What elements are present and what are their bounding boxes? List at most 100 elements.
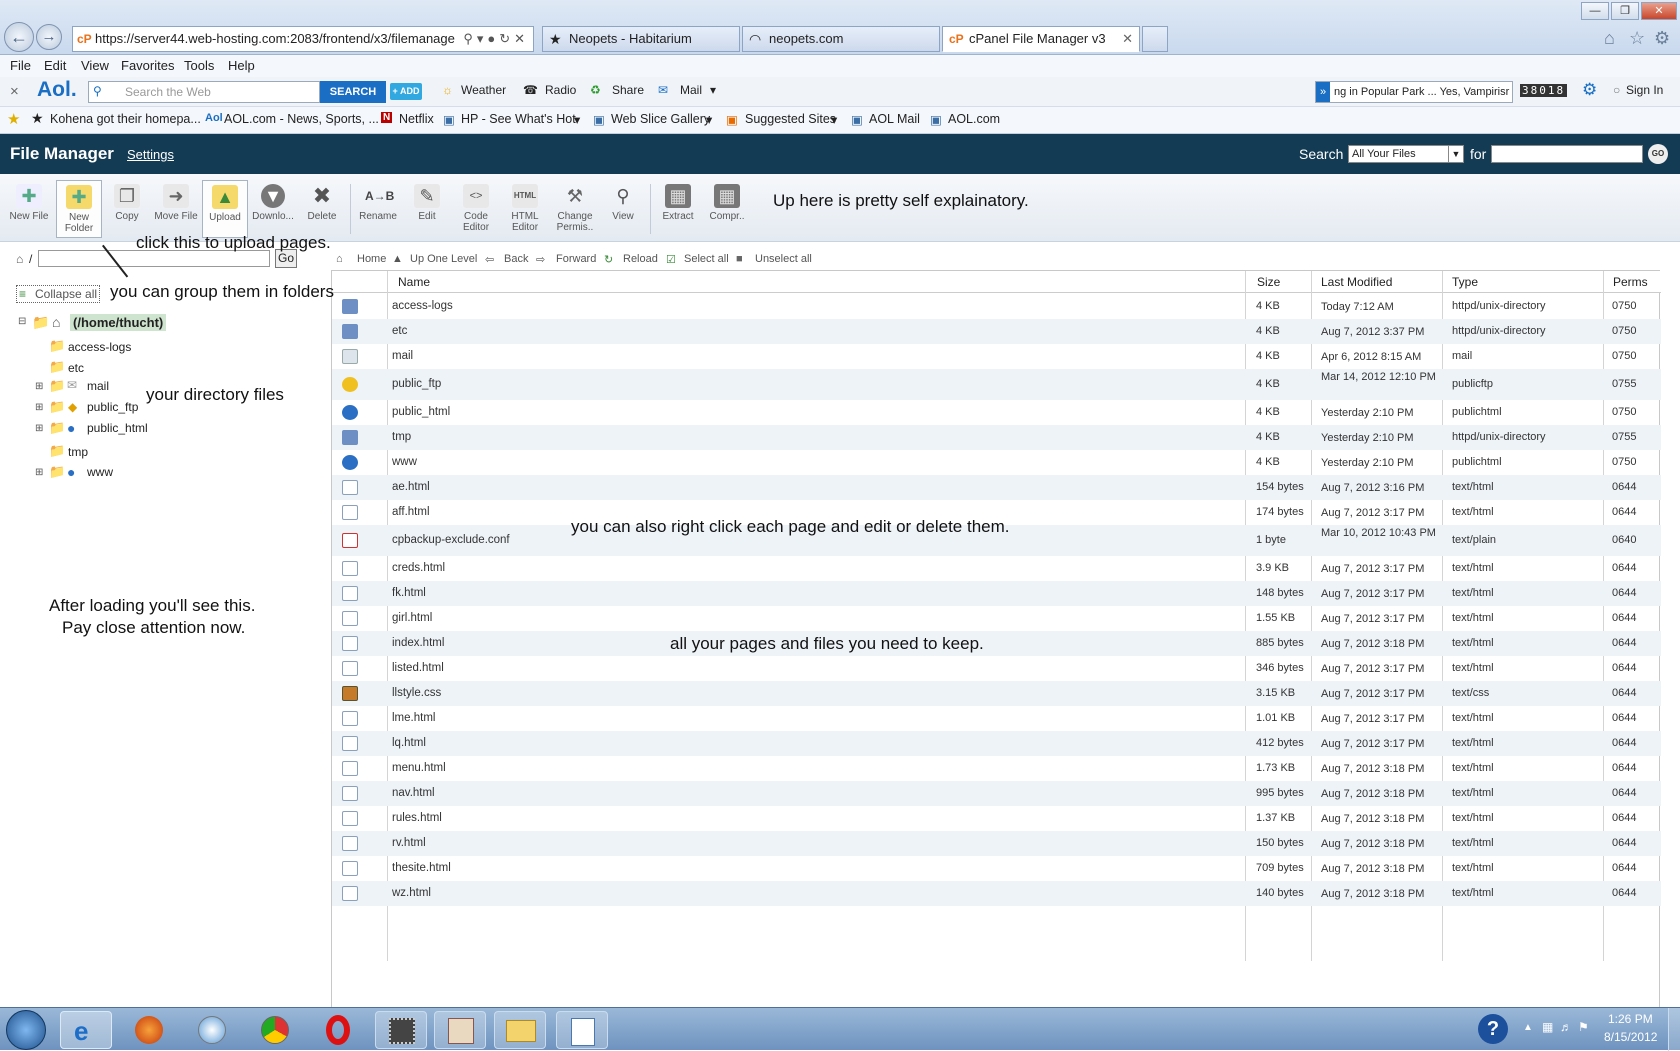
maximize-button[interactable]: ❐	[1611, 2, 1639, 20]
taskbar-notepad[interactable]	[556, 1011, 608, 1049]
address-controls-icon[interactable]: ⚲▾●↻✕	[463, 27, 529, 51]
favorites-star-icon[interactable]: ☆	[1629, 28, 1645, 49]
edit-button[interactable]: ✎ Edit	[404, 180, 450, 238]
table-row[interactable]: lme.html 1.01 KB Aug 7, 2012 3:17 PM text/h…	[332, 706, 1661, 731]
fav-aol-com[interactable]: AOL.com	[948, 112, 1000, 126]
table-row[interactable]: listed.html 346 bytes Aug 7, 2012 3:17 PM t…	[332, 656, 1661, 681]
tree-root[interactable]: (/home/thucht)	[70, 314, 167, 331]
fav-netflix[interactable]: Netflix	[399, 112, 434, 126]
news-ticker[interactable]: » ng in Popular Park ... Yes, Vampirisr	[1315, 81, 1513, 103]
network-icon[interactable]: ▦	[1542, 1020, 1553, 1034]
table-row[interactable]: etc 4 KB Aug 7, 2012 3:37 PM httpd/unix-dir…	[332, 319, 1661, 344]
copy-button[interactable]: ❐ Copy	[104, 180, 150, 238]
menu-edit[interactable]: Edit	[44, 58, 66, 73]
clock-time[interactable]: 1:26 PM	[1608, 1012, 1653, 1026]
fav-kohena[interactable]: Kohena got their homepa...	[50, 112, 201, 126]
tree-item-public-ftp[interactable]: public_ftp	[87, 400, 138, 414]
expand-toggle-icon[interactable]: ⊞	[35, 381, 43, 392]
menu-file[interactable]: File	[10, 58, 31, 73]
table-row[interactable]: public_html 4 KB Yesterday 2:10 PM publicht…	[332, 400, 1661, 425]
taskbar-media[interactable]	[375, 1011, 427, 1049]
table-row[interactable]: ae.html 154 bytes Aug 7, 2012 3:16 PM text/…	[332, 475, 1661, 500]
close-window-button[interactable]: ✕	[1641, 2, 1677, 20]
fav-aol-mail[interactable]: AOL Mail	[869, 112, 920, 126]
table-row[interactable]: lq.html 412 bytes Aug 7, 2012 3:17 PM text/…	[332, 731, 1661, 756]
weather-button[interactable]: Weather	[461, 83, 506, 97]
tab-cpanel-file-manager[interactable]: cP cPanel File Manager v3 ✕	[942, 26, 1140, 52]
aol-add-button[interactable]: + ADD	[390, 83, 422, 100]
upload-button[interactable]: ▲ Upload	[202, 180, 248, 238]
table-row[interactable]: fk.html 148 bytes Aug 7, 2012 3:17 PM text/…	[332, 581, 1661, 606]
move-file-button[interactable]: ➜ Move File	[153, 180, 199, 238]
column-header-type[interactable]: Type	[1452, 275, 1478, 289]
fav-aol-news[interactable]: AOL.com - News, Sports, ...	[224, 112, 379, 126]
nav-forward[interactable]: Forward	[556, 253, 596, 265]
taskbar-explorer[interactable]	[494, 1011, 546, 1049]
fav-suggested-sites[interactable]: Suggested Sites	[745, 112, 836, 126]
table-row[interactable]: public_ftp 4 KB Mar 14, 2012 12:10 PM publi…	[332, 369, 1661, 400]
new-tab-button[interactable]	[1142, 26, 1168, 52]
table-row[interactable]: menu.html 1.73 KB Aug 7, 2012 3:18 PM text/…	[332, 756, 1661, 781]
nav-select-all[interactable]: Select all	[684, 253, 729, 265]
html-editor-button[interactable]: HTML HTML Editor	[502, 180, 548, 238]
volume-icon[interactable]: ♬	[1560, 1020, 1572, 1034]
table-row[interactable]: llstyle.css 3.15 KB Aug 7, 2012 3:17 PM tex…	[332, 681, 1661, 706]
table-row[interactable]: nav.html 995 bytes Aug 7, 2012 3:18 PM text…	[332, 781, 1661, 806]
tab-neopets-com[interactable]: ◠ neopets.com	[742, 26, 940, 52]
clock-date[interactable]: 8/15/2012	[1604, 1030, 1657, 1044]
sign-in-link[interactable]: Sign In	[1626, 83, 1663, 97]
table-row[interactable]: www 4 KB Yesterday 2:10 PM publichtml 0750	[332, 450, 1661, 475]
menu-help[interactable]: Help	[228, 58, 255, 73]
table-row[interactable]: thesite.html 709 bytes Aug 7, 2012 3:18 PM…	[332, 856, 1661, 881]
table-row[interactable]: creds.html 3.9 KB Aug 7, 2012 3:17 PM text/…	[332, 556, 1661, 581]
table-row[interactable]: access-logs 4 KB Today 7:12 AM httpd/unix-d…	[332, 294, 1661, 319]
change-permissions-button[interactable]: ⚒ Change Permis..	[551, 180, 599, 238]
nav-back[interactable]: Back	[504, 253, 528, 265]
nav-home[interactable]: Home	[357, 253, 386, 265]
start-orb-icon[interactable]	[6, 1010, 46, 1050]
tree-item-public-html[interactable]: public_html	[87, 421, 148, 435]
action-center-flag-icon[interactable]: ⚑	[1578, 1020, 1589, 1034]
tree-item-tmp[interactable]: tmp	[68, 445, 88, 459]
fav-web-slice-gallery[interactable]: Web Slice Gallery	[611, 112, 710, 126]
code-editor-button[interactable]: <> Code Editor	[453, 180, 499, 238]
table-row[interactable]: girl.html 1.55 KB Aug 7, 2012 3:17 PM text/…	[332, 606, 1661, 631]
expand-toggle-icon[interactable]: ⊞	[35, 467, 43, 478]
column-header-perms[interactable]: Perms	[1613, 275, 1648, 289]
table-row[interactable]: rules.html 1.37 KB Aug 7, 2012 3:18 PM text…	[332, 806, 1661, 831]
help-icon[interactable]: ?	[1478, 1014, 1508, 1044]
menu-tools[interactable]: Tools	[184, 58, 214, 73]
taskbar-chrome[interactable]	[249, 1011, 301, 1049]
aol-search-button[interactable]: SEARCH	[320, 81, 386, 103]
tray-expand-icon[interactable]: ▲	[1523, 1022, 1533, 1033]
radio-button[interactable]: Radio	[545, 83, 576, 97]
rename-button[interactable]: A→B Rename	[355, 180, 401, 238]
tab-neopets-habitarium[interactable]: ★ Neopets - Habitarium	[542, 26, 740, 52]
aol-gear-icon[interactable]: ⚙	[1582, 80, 1597, 100]
minimize-button[interactable]: —	[1581, 2, 1609, 20]
taskbar-opera[interactable]	[312, 1011, 364, 1049]
chevron-down-icon[interactable]: ▾	[706, 112, 712, 127]
table-row[interactable]: mail 4 KB Apr 6, 2012 8:15 AM mail 0750	[332, 344, 1661, 369]
new-file-button[interactable]: ✚ New File	[6, 180, 52, 238]
expand-toggle-icon[interactable]: ⊞	[35, 402, 43, 413]
new-folder-button[interactable]: ✚ New Folder	[56, 180, 102, 238]
taskbar-internet-explorer[interactable]: e	[60, 1011, 112, 1049]
show-desktop-button[interactable]	[1668, 1008, 1680, 1051]
view-button[interactable]: ⚲ View	[600, 180, 646, 238]
address-bar[interactable]: cP https://server44.web-hosting.com:2083…	[72, 26, 534, 52]
chevron-down-icon[interactable]: ▾	[831, 112, 837, 127]
aol-search-input[interactable]: ⚲ Search the Web	[88, 81, 320, 103]
mail-button[interactable]: Mail	[680, 83, 702, 97]
nav-reload[interactable]: Reload	[623, 253, 658, 265]
extract-button[interactable]: ▦ Extract	[655, 180, 701, 238]
collapse-toggle-icon[interactable]: ⊟	[18, 316, 26, 327]
search-go-button[interactable]: GO	[1648, 144, 1668, 164]
tree-item-etc[interactable]: etc	[68, 361, 84, 375]
forward-arrow-icon[interactable]: →	[36, 24, 62, 50]
tree-item-access-logs[interactable]: access-logs	[68, 340, 131, 354]
share-button[interactable]: Share	[612, 83, 644, 97]
menu-view[interactable]: View	[81, 58, 109, 73]
column-header-name[interactable]: Name	[398, 275, 430, 289]
search-scope-select[interactable]: All Your Files ▼	[1348, 145, 1464, 163]
